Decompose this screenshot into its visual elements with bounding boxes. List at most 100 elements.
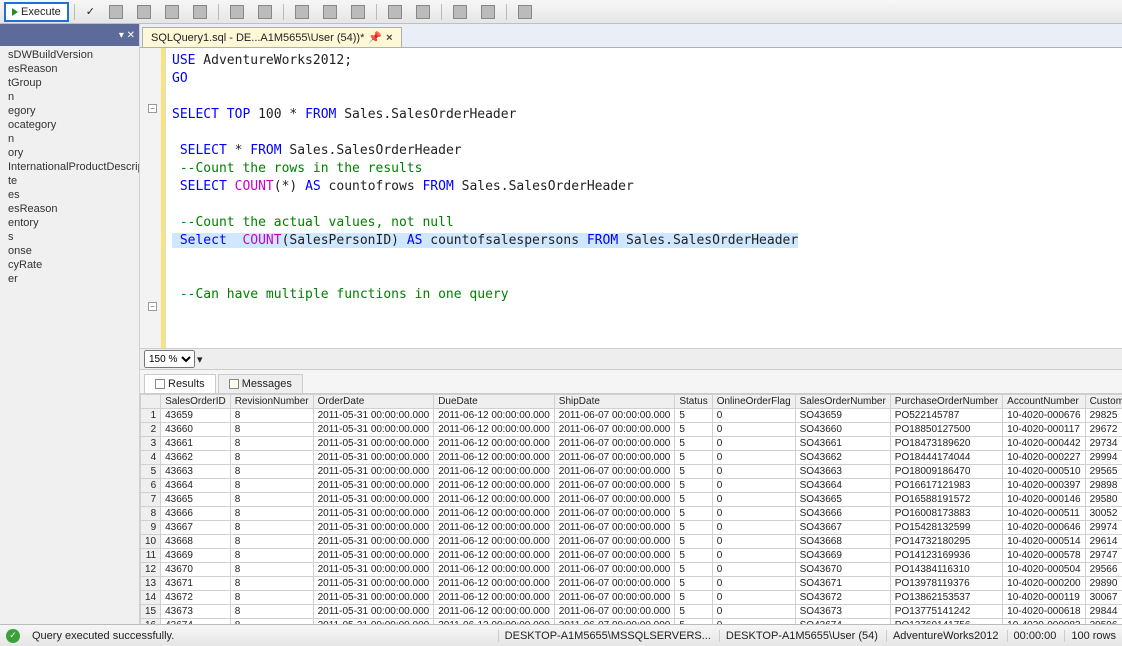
cell[interactable]: 29672 [1085,423,1122,437]
results-to-grid-icon[interactable] [317,2,343,22]
cell[interactable]: 43670 [161,563,231,577]
cell[interactable]: PO16588191572 [890,493,1002,507]
cell[interactable]: 2011-06-12 00:00:00.000 [434,493,555,507]
indent-icon[interactable] [447,2,473,22]
cell[interactable]: PO14123169936 [890,549,1002,563]
cell[interactable]: 2011-05-31 00:00:00.000 [313,493,434,507]
table-row[interactable]: 94366782011-05-31 00:00:00.0002011-06-12… [141,521,1122,535]
tree-item[interactable]: ory [6,146,139,160]
parse-icon[interactable]: ✓ [80,2,101,22]
cell[interactable]: 30052 [1085,507,1122,521]
cell[interactable]: 5 [675,605,712,619]
table-row[interactable]: 154367382011-05-31 00:00:00.0002011-06-1… [141,605,1122,619]
cell[interactable]: 10-4020-000514 [1003,535,1085,549]
cell[interactable]: SO43673 [795,605,890,619]
table-row[interactable]: 14365982011-05-31 00:00:00.0002011-06-12… [141,409,1122,423]
cell[interactable]: 0 [712,535,795,549]
cell[interactable]: 5 [675,507,712,521]
cell[interactable]: 0 [712,465,795,479]
cell[interactable]: 43661 [161,437,231,451]
cell[interactable]: 8 [230,563,313,577]
cell[interactable]: SO43669 [795,549,890,563]
row-number[interactable]: 11 [141,549,161,563]
cell[interactable]: 8 [230,577,313,591]
cell[interactable]: 2011-06-07 00:00:00.000 [554,507,675,521]
cell[interactable]: 2011-06-07 00:00:00.000 [554,465,675,479]
cell[interactable]: PO16008173883 [890,507,1002,521]
tree-item[interactable]: esReason [6,62,139,76]
cell[interactable]: SO43667 [795,521,890,535]
table-row[interactable]: 64366482011-05-31 00:00:00.0002011-06-12… [141,479,1122,493]
cell[interactable]: 29898 [1085,479,1122,493]
tree-item[interactable]: es [6,188,139,202]
tree-item[interactable]: sDWBuildVersion [6,48,139,62]
cell[interactable]: 2011-06-12 00:00:00.000 [434,591,555,605]
cell[interactable]: 29747 [1085,549,1122,563]
cell[interactable]: 43660 [161,423,231,437]
cell[interactable]: SO43661 [795,437,890,451]
cell[interactable]: 43673 [161,605,231,619]
column-header[interactable]: SalesOrderID [161,395,231,409]
cell[interactable]: 8 [230,549,313,563]
cell[interactable]: 2011-06-07 00:00:00.000 [554,605,675,619]
cell[interactable]: 2011-06-12 00:00:00.000 [434,409,555,423]
zoom-dropdown-icon[interactable]: ▾ [197,353,203,366]
cell[interactable]: 0 [712,493,795,507]
cell[interactable]: 29580 [1085,493,1122,507]
cell[interactable]: 2011-05-31 00:00:00.000 [313,479,434,493]
cell[interactable]: 5 [675,451,712,465]
cell[interactable]: 0 [712,409,795,423]
cell[interactable]: 2011-06-07 00:00:00.000 [554,451,675,465]
cell[interactable]: 2011-05-31 00:00:00.000 [313,535,434,549]
cell[interactable]: 10-4020-000618 [1003,605,1085,619]
cell[interactable]: 0 [712,423,795,437]
cell[interactable]: 29614 [1085,535,1122,549]
table-row[interactable]: 44366282011-05-31 00:00:00.0002011-06-12… [141,451,1122,465]
cell[interactable]: SO43670 [795,563,890,577]
cell[interactable]: 10-4020-000646 [1003,521,1085,535]
cell[interactable]: 5 [675,479,712,493]
cell[interactable]: PO18473189620 [890,437,1002,451]
cell[interactable]: 2011-06-07 00:00:00.000 [554,549,675,563]
cell[interactable]: 0 [712,605,795,619]
cell[interactable]: 2011-06-07 00:00:00.000 [554,521,675,535]
row-number[interactable]: 14 [141,591,161,605]
cell[interactable]: 2011-06-12 00:00:00.000 [434,563,555,577]
table-row[interactable]: 34366182011-05-31 00:00:00.0002011-06-12… [141,437,1122,451]
uncomment-icon[interactable] [410,2,436,22]
cell[interactable]: 2011-05-31 00:00:00.000 [313,437,434,451]
cell[interactable]: PO14732180295 [890,535,1002,549]
table-row[interactable]: 24366082011-05-31 00:00:00.0002011-06-12… [141,423,1122,437]
cell[interactable]: SO43666 [795,507,890,521]
tree-item[interactable]: entory [6,216,139,230]
cell[interactable]: 8 [230,535,313,549]
sql-editor[interactable]: − − USE AdventureWorks2012; GO SELECT TO… [140,48,1122,348]
cell[interactable]: 8 [230,423,313,437]
cell[interactable]: 10-4020-000227 [1003,451,1085,465]
cell[interactable]: 10-4020-000504 [1003,563,1085,577]
cell[interactable]: 2011-05-31 00:00:00.000 [313,591,434,605]
cell[interactable]: SO43664 [795,479,890,493]
toolbar-icon[interactable] [252,2,278,22]
cell[interactable]: 2011-06-07 00:00:00.000 [554,437,675,451]
cell[interactable]: 30067 [1085,591,1122,605]
tree-item[interactable]: n [6,132,139,146]
cell[interactable]: 29566 [1085,563,1122,577]
cell[interactable]: 29974 [1085,521,1122,535]
cell[interactable]: 8 [230,465,313,479]
cell[interactable]: 2011-06-07 00:00:00.000 [554,535,675,549]
cell[interactable]: 43663 [161,465,231,479]
toolbar-icon[interactable] [187,2,213,22]
table-row[interactable]: 84366682011-05-31 00:00:00.0002011-06-12… [141,507,1122,521]
cell[interactable]: 8 [230,451,313,465]
cell[interactable]: 10-4020-000083 [1003,619,1085,625]
cell[interactable]: 8 [230,479,313,493]
cell[interactable]: 10-4020-000511 [1003,507,1085,521]
cell[interactable]: 5 [675,437,712,451]
cell[interactable]: PO12760141756 [890,619,1002,625]
row-number[interactable]: 5 [141,465,161,479]
cell[interactable]: 10-4020-000578 [1003,549,1085,563]
cell[interactable]: 0 [712,591,795,605]
row-number[interactable]: 8 [141,507,161,521]
row-number[interactable]: 6 [141,479,161,493]
